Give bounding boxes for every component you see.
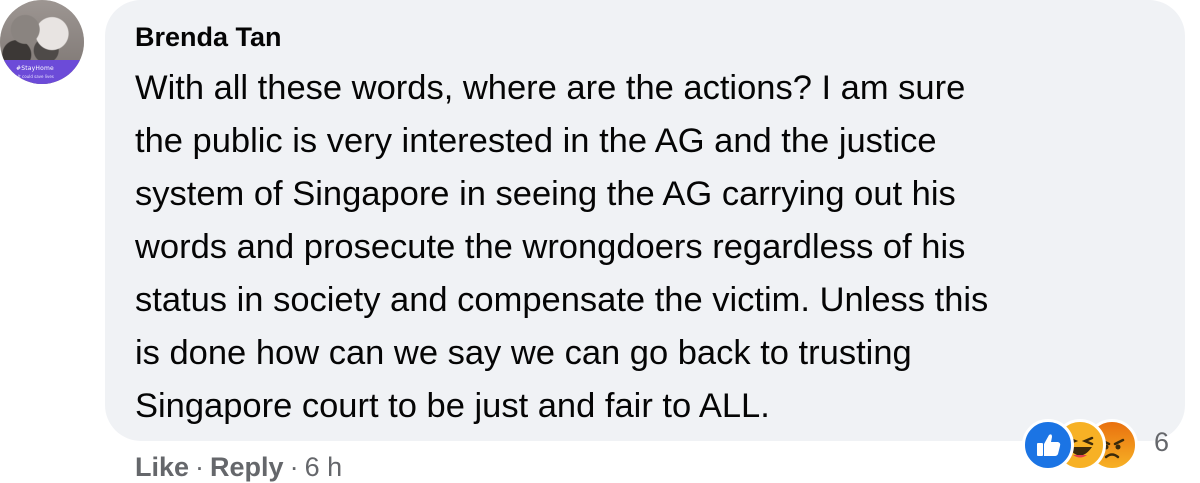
like-icon [1022,419,1074,471]
separator: · [289,452,299,482]
avatar-profile-frame [0,60,84,84]
comment-body-line: words and prosecute the wrongdoers regar… [135,228,966,266]
avatar[interactable]: #StayHome It could save lives [0,0,84,84]
separator: · [195,452,205,482]
comment-body: With all these words, where are the acti… [135,62,988,433]
reaction-count: 6 [1154,427,1170,457]
reply-button[interactable]: Reply [210,452,284,482]
comment-body-line: status in society and compensate the vic… [135,281,989,319]
reactions-summary[interactable]: 6 [1022,419,1182,471]
comment-body-line: Singapore court to be just and fair to A… [135,387,770,425]
avatar-frame-subtext: It could save lives [18,74,54,79]
comment-body-line: the public is very interested in the AG … [135,122,937,160]
timestamp[interactable]: 6 h [305,452,343,482]
comment-body-line: system of Singapore in seeing the AG car… [135,175,956,213]
comment-actions: Like · Reply · 6 h [135,452,342,482]
avatar-frame-text: #StayHome [16,65,54,72]
like-button[interactable]: Like [135,452,189,482]
comment-body-line: With all these words, where are the acti… [135,69,966,107]
comment-author[interactable]: Brenda Tan [135,22,282,53]
comment-body-line: is done how can we say we can go back to… [135,334,912,372]
